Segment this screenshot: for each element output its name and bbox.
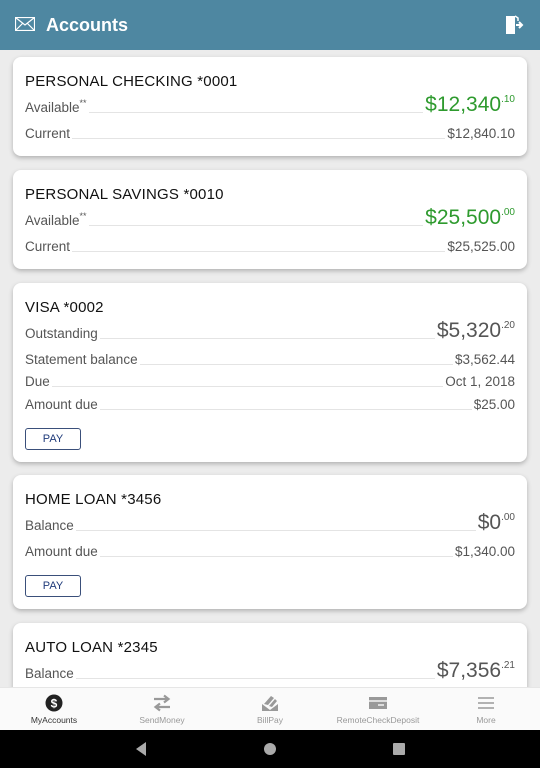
balance-row: Balance $0.00 [25,511,515,533]
available-row: Available** $25,500.00 [25,206,515,228]
tab-more[interactable]: More [432,688,540,731]
statement-balance-row: Statement balance $3,562.44 [25,345,515,367]
leader-line [99,337,435,339]
available-balance: $25,500.00 [425,206,515,229]
leader-line [72,137,446,139]
tab-bill-pay[interactable]: BillPay [216,688,324,731]
balance-row: Balance $7,356.21 [25,659,515,681]
leader-line [51,385,444,387]
row-label: Current [25,239,71,254]
account-card-savings[interactable]: PERSONAL SAVINGS *0010 Available** $25,5… [13,170,527,269]
home-icon[interactable] [263,741,277,757]
page-title: Accounts [46,15,129,35]
row-value: $3,562.44 [454,352,515,367]
transfer-arrows-icon [153,694,171,712]
pay-button[interactable]: PAY [25,575,81,597]
loan-balance: $0.00 [477,511,515,534]
current-row: Current $12,840.10 [25,119,515,141]
current-balance: $25,525.00 [447,239,515,254]
svg-text:$: $ [51,697,58,711]
row-value: $25.00 [473,397,515,412]
leader-line [88,224,424,226]
leader-line [88,111,424,113]
pay-button[interactable]: PAY [25,428,81,450]
app-bar: Accounts [0,0,540,50]
row-value: $1,340.00 [454,544,515,559]
tab-my-accounts[interactable]: $ MyAccounts [0,688,108,731]
menu-icon [478,697,494,709]
account-name: AUTO LOAN *2345 [25,639,158,656]
tab-label: BillPay [257,715,283,725]
bottom-tab-bar: $ MyAccounts SendMoney BillPay RemoteChe… [0,687,540,731]
row-label: Amount due [25,544,98,559]
logout-icon[interactable] [504,15,524,35]
system-navigation-bar [0,730,540,768]
leader-line [72,250,446,252]
amount-due-row: Amount due $1,340.00 [25,537,515,559]
outstanding-row: Outstanding $5,320.20 [25,319,515,341]
row-label: Balance [25,518,74,533]
dollar-circle-icon: $ [45,694,63,712]
leader-line [99,555,453,557]
tab-send-money[interactable]: SendMoney [108,688,216,731]
account-card-auto-loan[interactable]: AUTO LOAN *2345 Balance $7,356.21 [13,623,527,687]
back-icon[interactable] [134,741,148,757]
account-card-home-loan[interactable]: HOME LOAN *3456 Balance $0.00 Amount due… [13,475,527,609]
leader-line [99,408,472,410]
leader-line [75,677,435,679]
account-card-checking[interactable]: PERSONAL CHECKING *0001 Available** $12,… [13,57,527,156]
account-name: HOME LOAN *3456 [25,491,162,508]
row-label: Available** [25,98,87,115]
accounts-list[interactable]: PERSONAL CHECKING *0001 Available** $12,… [0,50,540,687]
due-date-row: Due Oct 1, 2018 [25,367,515,389]
tab-label: More [476,715,496,725]
account-card-visa[interactable]: VISA *0002 Outstanding $5,320.20 Stateme… [13,283,527,462]
row-label: Available** [25,211,87,228]
leader-line [139,363,453,365]
mail-icon[interactable] [15,17,35,31]
row-label: Balance [25,666,74,681]
current-balance: $12,840.10 [447,126,515,141]
row-label: Amount due [25,397,98,412]
tab-label: SendMoney [139,715,185,725]
row-label: Current [25,126,71,141]
leader-line [75,529,476,531]
recents-icon[interactable] [392,741,406,757]
check-card-icon [369,697,387,709]
account-name: PERSONAL CHECKING *0001 [25,73,238,90]
tab-remote-check-deposit[interactable]: RemoteCheckDeposit [324,688,432,731]
current-row: Current $25,525.00 [25,232,515,254]
account-name: PERSONAL SAVINGS *0010 [25,186,224,203]
available-balance: $12,340.10 [425,93,515,116]
row-value: Oct 1, 2018 [445,374,515,389]
tab-label: RemoteCheckDeposit [336,715,420,725]
row-label: Statement balance [25,352,138,367]
row-label: Due [25,374,50,389]
available-row: Available** $12,340.10 [25,93,515,115]
tab-label: MyAccounts [30,715,78,725]
outstanding-balance: $5,320.20 [436,319,515,342]
row-label: Outstanding [25,326,98,341]
amount-due-row: Amount due $25.00 [25,390,515,412]
bill-envelope-icon [262,696,278,711]
account-name: VISA *0002 [25,299,104,316]
loan-balance: $7,356.21 [436,659,515,682]
